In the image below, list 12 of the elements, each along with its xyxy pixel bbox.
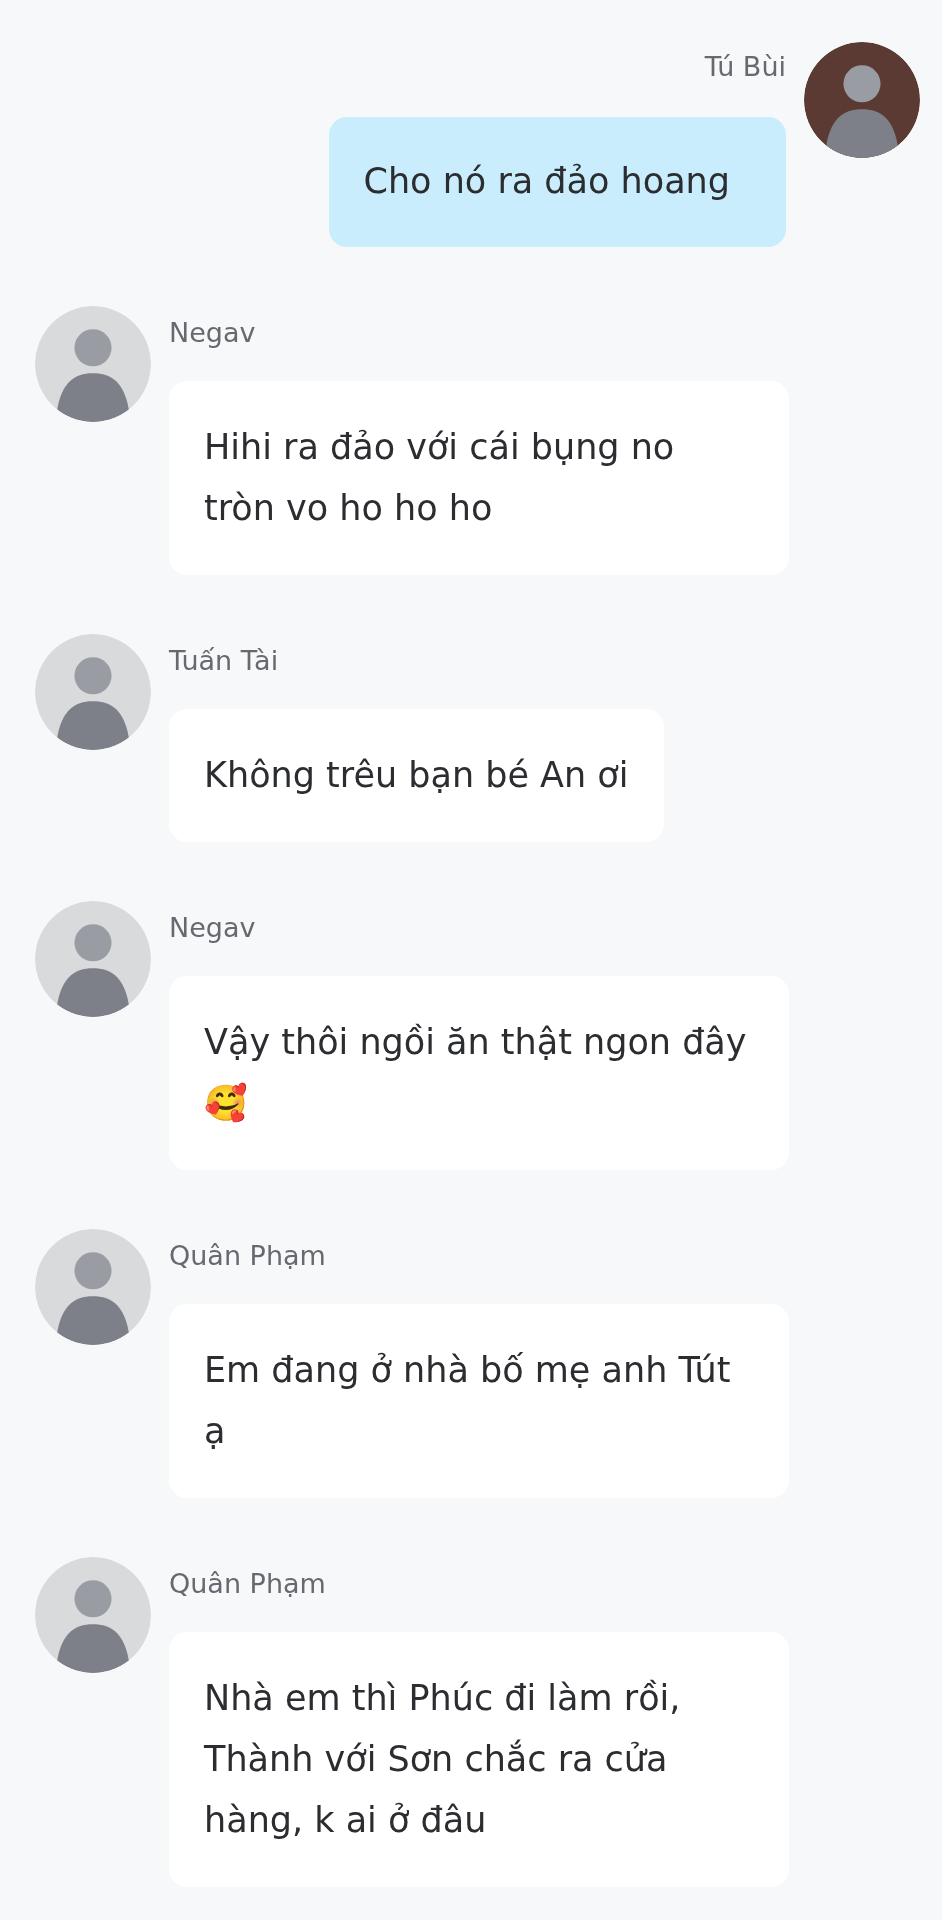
message-bubble: Cho nó ra đảo hoang [328, 117, 786, 247]
sender-name: Quân Phạm [169, 1567, 326, 1601]
sender-name: Quân Phạm [169, 1239, 326, 1273]
message-bubble: Hihi ra đảo với cái bụng no tròn vo ho ho ho [169, 381, 789, 575]
message-bubble: Nhà em thì Phúc đi làm rồi, Thành với Sơn chắc ra cửa hàng, k ai ở đâu [169, 1632, 789, 1887]
sender-name: Tuấn Tài [169, 644, 279, 678]
sender-name: Negav [169, 911, 256, 945]
message-bubble: Không trêu bạn bé An ơi [169, 709, 664, 842]
sender-name: Negav [169, 316, 256, 350]
sender-name: Tú Bùi [704, 50, 786, 84]
message-bubble: Vậy thôi ngồi ăn thật ngon đây 🥰 [169, 976, 789, 1170]
message-bubble: Em đang ở nhà bố mẹ anh Tút ạ [169, 1304, 789, 1498]
